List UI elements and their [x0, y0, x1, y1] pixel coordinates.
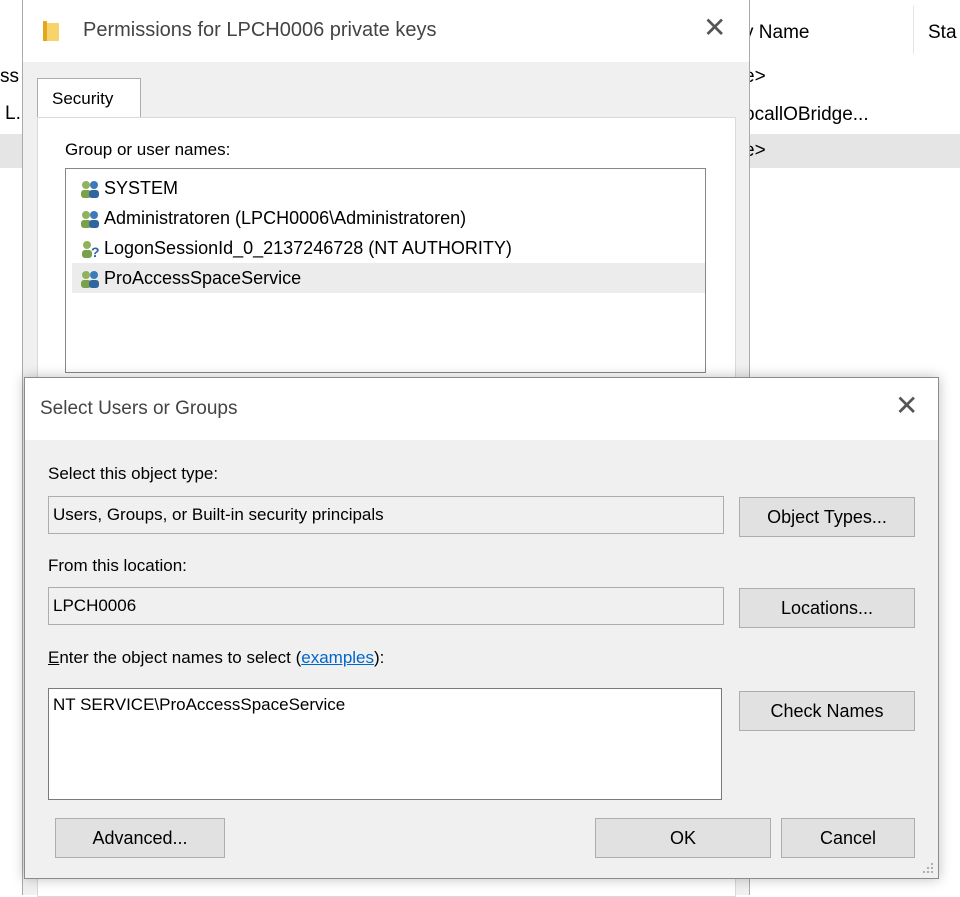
examples-link[interactable]: examples	[301, 648, 374, 667]
tab-security[interactable]: Security	[37, 78, 141, 118]
group-icon	[81, 271, 99, 288]
user-list[interactable]: SYSTEM Administratoren (LPCH0006\Adminis…	[65, 168, 706, 373]
group-or-user-names-label: Group or user names:	[65, 140, 231, 159]
advanced-button[interactable]: Advanced...	[55, 818, 225, 858]
user-name: ProAccessSpaceService	[104, 268, 302, 288]
table-cell: ocallOBridge...	[744, 104, 869, 125]
location-field: LPCH0006	[48, 587, 724, 625]
locations-button[interactable]: Locations...	[739, 588, 915, 628]
list-item[interactable]: Administratoren (LPCH0006\Administratore…	[72, 203, 705, 233]
dialog-title: Select Users or Groups	[40, 398, 238, 419]
column-separator	[913, 6, 914, 54]
dialog-title: Permissions for LPCH0006 private keys	[83, 19, 437, 41]
folder-icon	[43, 21, 59, 41]
object-type-field: Users, Groups, or Built-in security prin…	[48, 496, 724, 534]
title-bar[interactable]: Permissions for LPCH0006 private keys ✕	[23, 0, 749, 62]
list-item-selected[interactable]: ProAccessSpaceService	[72, 263, 705, 293]
check-names-button[interactable]: Check Names	[739, 691, 915, 731]
unknown-user-icon: ?	[82, 241, 100, 258]
svg-text:?: ?	[91, 244, 100, 258]
group-icon	[81, 211, 99, 228]
location-label: From this location:	[48, 556, 187, 575]
select-users-dialog: Select Users or Groups ✕ Select this obj…	[24, 377, 939, 879]
object-types-button[interactable]: Object Types...	[739, 497, 915, 537]
group-icon	[81, 181, 99, 198]
user-name: Administratoren (LPCH0006\Administratore…	[104, 208, 467, 228]
column-header-status[interactable]: Sta	[928, 22, 957, 44]
resize-grip-icon[interactable]	[922, 862, 934, 874]
user-name: LogonSessionId_0_2137246728 (NT AUTHORIT…	[104, 238, 512, 258]
cancel-button[interactable]: Cancel	[781, 818, 915, 858]
close-icon[interactable]: ✕	[703, 14, 726, 42]
enter-object-names-label: Enter the object names to select (exampl…	[48, 648, 384, 668]
accelerator-key: E	[48, 648, 60, 667]
list-item[interactable]: SYSTEM	[72, 173, 705, 203]
list-item[interactable]: ? LogonSessionId_0_2137246728 (NT AUTHOR…	[72, 233, 705, 263]
object-type-label: Select this object type:	[48, 464, 219, 483]
ok-button[interactable]: OK	[595, 818, 771, 858]
user-name: SYSTEM	[104, 178, 179, 198]
object-names-input[interactable]: NT SERVICE\ProAccessSpaceService	[48, 688, 722, 800]
title-bar[interactable]: Select Users or Groups ✕	[25, 378, 938, 440]
label-text: ):	[374, 648, 385, 667]
label-text: nter the object names to select (	[59, 648, 302, 667]
column-header-display-name[interactable]: y Name	[744, 22, 809, 44]
close-icon[interactable]: ✕	[895, 392, 918, 420]
